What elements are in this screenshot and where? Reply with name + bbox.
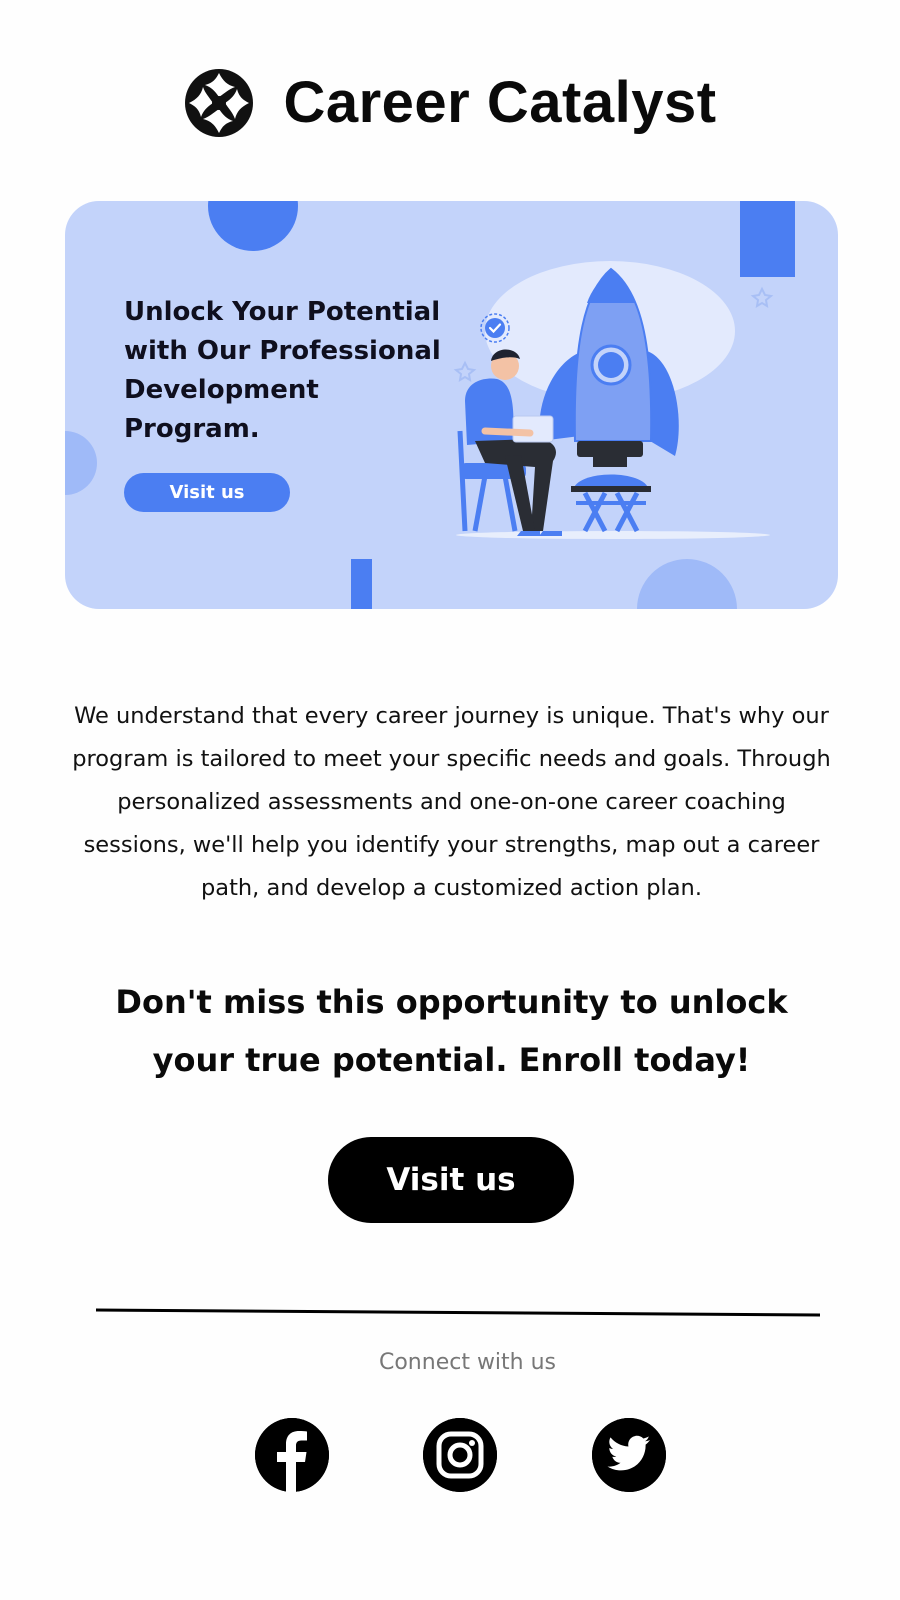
hero-visit-button[interactable]: Visit us: [124, 473, 290, 512]
instagram-icon: [423, 1418, 497, 1492]
footer-divider: [96, 1308, 820, 1317]
cta-heading: Don't miss this opportunity to unlock yo…: [115, 983, 788, 1079]
twitter-link[interactable]: [592, 1418, 666, 1492]
connect-label: Connect with us: [378, 1350, 557, 1375]
hero-banner: Unlock Your Potential with Our Professio…: [65, 201, 838, 609]
facebook-link[interactable]: [255, 1418, 329, 1492]
facebook-icon: [255, 1418, 329, 1492]
instagram-link[interactable]: [423, 1418, 497, 1492]
hands-circle-logo-icon: [185, 69, 254, 137]
header: Career Catalyst: [0, 62, 900, 144]
intro-paragraph: We understand that every career journey …: [72, 703, 831, 901]
cta-visit-button[interactable]: Visit us: [328, 1137, 574, 1223]
hero-title: Unlock Your Potential with Our Professio…: [124, 297, 441, 444]
twitter-icon: [592, 1418, 666, 1492]
brand-name: Career Catalyst: [283, 70, 717, 135]
